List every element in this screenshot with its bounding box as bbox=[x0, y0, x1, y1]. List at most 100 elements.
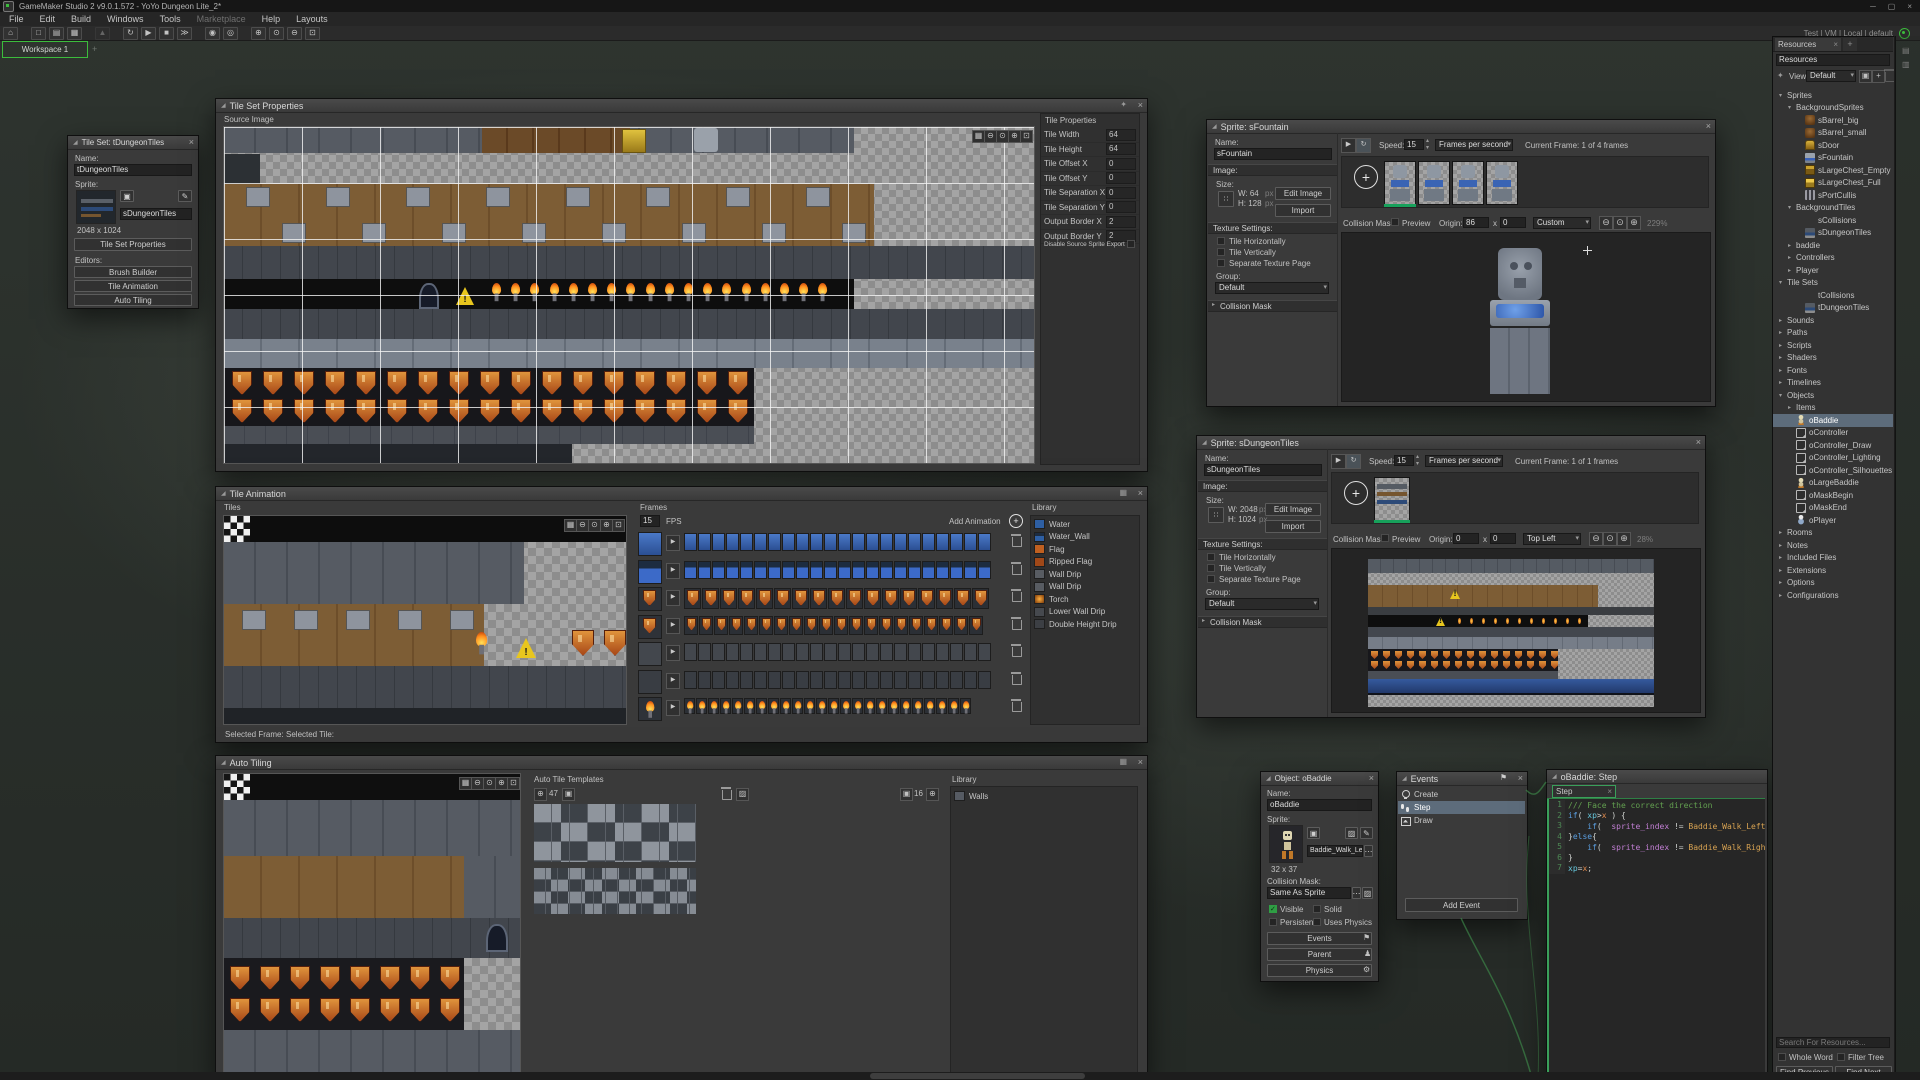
animation-frame[interactable] bbox=[702, 588, 719, 609]
speed-unit-dropdown[interactable]: Frames per second bbox=[1425, 455, 1503, 467]
sprite-select-field[interactable]: sDungeonTiles bbox=[120, 208, 192, 220]
close-icon[interactable]: × bbox=[1696, 437, 1701, 447]
animation-frame[interactable] bbox=[880, 533, 893, 551]
sprite-frame[interactable] bbox=[1486, 161, 1518, 205]
collapse-icon[interactable]: ◢ bbox=[1212, 123, 1217, 130]
tree-item-backgroundsprites[interactable]: ▾BackgroundSprites bbox=[1773, 102, 1893, 115]
animation-frame[interactable] bbox=[712, 643, 725, 661]
stop-icon[interactable]: ■ bbox=[159, 27, 174, 40]
add-view-icon[interactable]: + bbox=[1872, 70, 1885, 83]
code-titlebar[interactable]: ◢ oBaddie: Step bbox=[1547, 770, 1767, 784]
preview-check[interactable] bbox=[1381, 534, 1389, 542]
tree-item-items[interactable]: ▸Items bbox=[1773, 402, 1893, 415]
tree-item-shaders[interactable]: ▸Shaders bbox=[1773, 352, 1893, 365]
library-item[interactable]: Wall Drip bbox=[1031, 581, 1139, 594]
menu-help[interactable]: Help bbox=[262, 14, 281, 24]
property-value-input[interactable]: 0 bbox=[1106, 187, 1136, 199]
tree-expand-icon[interactable]: ▸ bbox=[1786, 267, 1793, 274]
menu-layouts[interactable]: Layouts bbox=[296, 14, 328, 24]
animation-frame[interactable] bbox=[759, 616, 773, 635]
animation-frame[interactable] bbox=[852, 643, 865, 661]
animation-thumbnail[interactable] bbox=[638, 560, 662, 584]
animation-frame[interactable] bbox=[754, 643, 767, 661]
collapse-icon[interactable]: ◢ bbox=[1266, 775, 1271, 782]
animation-frame[interactable] bbox=[789, 616, 803, 635]
delete-template-icon[interactable] bbox=[722, 790, 732, 800]
animation-frame[interactable] bbox=[922, 671, 935, 689]
add-animation-label[interactable]: Add Animation bbox=[949, 517, 1001, 526]
animation-frame[interactable] bbox=[796, 561, 809, 579]
animation-frame[interactable] bbox=[796, 533, 809, 551]
animation-frame[interactable] bbox=[838, 671, 851, 689]
tree-item-omaskend[interactable]: oMaskEnd bbox=[1773, 502, 1893, 515]
tree-collapse-icon[interactable]: ▾ bbox=[1786, 204, 1793, 211]
animation-frame[interactable] bbox=[768, 533, 781, 551]
collision-mask-section[interactable]: Collision Mask bbox=[1208, 300, 1337, 312]
animation-frame[interactable] bbox=[698, 533, 711, 551]
menu-windows[interactable]: Windows bbox=[107, 14, 144, 24]
animation-frame[interactable] bbox=[768, 561, 781, 579]
animation-frame[interactable] bbox=[922, 643, 935, 661]
close-icon[interactable]: × bbox=[1138, 757, 1143, 767]
events-titlebar[interactable]: ◢ Events ⚑ × bbox=[1397, 772, 1527, 786]
animation-frame[interactable] bbox=[866, 561, 879, 579]
event-item-step[interactable]: Step bbox=[1398, 801, 1525, 814]
library-item[interactable]: Water bbox=[1031, 518, 1139, 531]
library-grid-icon[interactable]: ▣ bbox=[900, 788, 913, 801]
auto-tile-template[interactable] bbox=[534, 868, 696, 914]
animation-frame[interactable] bbox=[792, 698, 803, 714]
tree-expand-icon[interactable]: ▸ bbox=[1777, 554, 1784, 561]
tree-item-extensions[interactable]: ▸Extensions bbox=[1773, 564, 1893, 577]
menu-tools[interactable]: Tools bbox=[160, 14, 181, 24]
animation-frame[interactable] bbox=[880, 671, 893, 689]
animation-frame[interactable] bbox=[712, 561, 725, 579]
sdungeon-titlebar[interactable]: ◢ Sprite: sDungeonTiles × bbox=[1197, 436, 1705, 450]
animation-frame[interactable] bbox=[964, 561, 977, 579]
animation-frame[interactable] bbox=[810, 561, 823, 579]
sprite-canvas[interactable] bbox=[1341, 232, 1711, 402]
animation-frame[interactable] bbox=[852, 671, 865, 689]
animation-thumbnail[interactable] bbox=[638, 670, 662, 694]
create-executable-icon[interactable]: ▲ bbox=[95, 27, 110, 40]
preview-check[interactable] bbox=[1391, 218, 1399, 226]
origin-mode-dropdown[interactable]: Top Left bbox=[1523, 533, 1581, 545]
expand-icon[interactable]: ▸ bbox=[1212, 301, 1215, 308]
animation-frame[interactable] bbox=[732, 698, 743, 714]
edit-template-icon[interactable]: ▨ bbox=[736, 788, 749, 801]
animation-frame[interactable] bbox=[810, 588, 827, 609]
animation-frame[interactable] bbox=[852, 533, 865, 551]
fit-view-icon[interactable]: ⊡ bbox=[612, 519, 625, 532]
sprite-frame[interactable] bbox=[1374, 477, 1410, 521]
tree-expand-icon[interactable]: ▸ bbox=[1777, 542, 1784, 549]
origin-x-input[interactable]: 0 bbox=[1453, 533, 1479, 544]
tree-item-timelines[interactable]: ▸Timelines bbox=[1773, 377, 1893, 390]
open-project-icon[interactable]: ▤ bbox=[49, 27, 64, 40]
collapse-icon[interactable]: ◢ bbox=[1202, 439, 1207, 446]
property-value-input[interactable]: 2 bbox=[1106, 216, 1136, 228]
animation-frame[interactable] bbox=[816, 698, 827, 714]
tree-expand-icon[interactable]: ▸ bbox=[1777, 329, 1784, 336]
separate-texture-checkbox[interactable] bbox=[1207, 575, 1215, 583]
collapse-icon[interactable]: ◢ bbox=[73, 139, 78, 146]
tsp-titlebar[interactable]: ◢ Tile Set Properties ✦ × bbox=[216, 99, 1147, 113]
animation-frame[interactable] bbox=[708, 698, 719, 714]
animation-frame[interactable] bbox=[936, 671, 949, 689]
animation-frame[interactable] bbox=[939, 616, 953, 635]
run-icon[interactable]: ▶ bbox=[141, 27, 156, 40]
animation-frame[interactable] bbox=[978, 671, 991, 689]
animation-frame[interactable] bbox=[720, 698, 731, 714]
animation-frame[interactable] bbox=[712, 671, 725, 689]
object-name-input[interactable]: oBaddie bbox=[1267, 799, 1372, 811]
import-button[interactable]: Import bbox=[1275, 204, 1331, 217]
tree-item-tcollisions[interactable]: tCollisions bbox=[1773, 289, 1893, 302]
tree-collapse-icon[interactable]: ▾ bbox=[1777, 279, 1784, 286]
animation-frame[interactable] bbox=[720, 588, 737, 609]
play-animation-button[interactable]: ▶ bbox=[666, 645, 680, 661]
animation-frame[interactable] bbox=[726, 533, 739, 551]
animation-frame[interactable] bbox=[864, 698, 875, 714]
physics-button[interactable]: Physics bbox=[1267, 964, 1372, 977]
zoom-out-icon[interactable]: ⊖ bbox=[1599, 216, 1613, 230]
animation-frame[interactable] bbox=[824, 643, 837, 661]
tree-expand-icon[interactable]: ▸ bbox=[1786, 404, 1793, 411]
auto-titlebar[interactable]: ◢ Auto Tiling ▦ × bbox=[216, 756, 1147, 770]
